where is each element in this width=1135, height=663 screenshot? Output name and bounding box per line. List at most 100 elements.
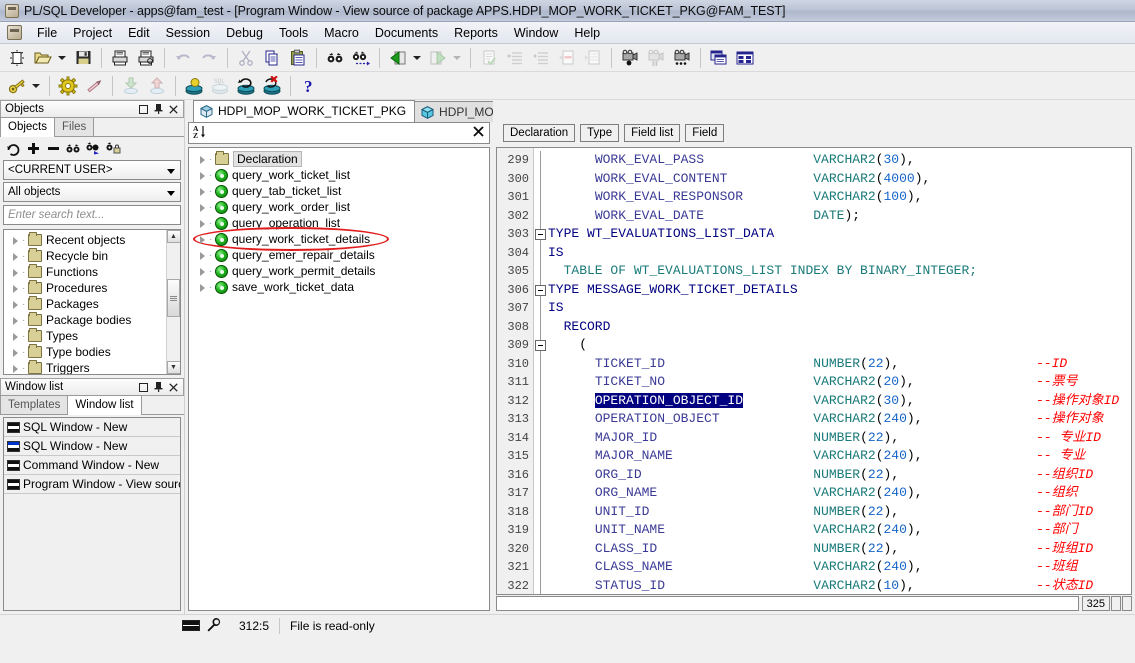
package-member-item[interactable]: · query_tab_ticket_list [189, 183, 489, 199]
expand-triangle-icon[interactable] [197, 186, 208, 197]
tree-item[interactable]: · Triggers [4, 360, 166, 374]
menu-tools[interactable]: Tools [271, 23, 316, 43]
expand-triangle-icon[interactable] [197, 250, 208, 261]
expand-triangle-icon[interactable] [10, 251, 21, 262]
package-member-item[interactable]: · Declaration [189, 151, 489, 167]
code-line[interactable]: TABLE OF WT_EVALUATIONS_LIST INDEX BY BI… [548, 262, 1131, 281]
print-preview-icon[interactable] [134, 46, 158, 70]
fold-marker-cell[interactable] [534, 225, 548, 244]
objects-tree[interactable]: · Recent objects · Recycle bin · Functions · Pr… [3, 229, 181, 375]
package-member-item[interactable]: · query_work_permit_details [189, 263, 489, 279]
commit-icon[interactable] [182, 74, 206, 98]
code-line[interactable]: STATUS_ID VARCHAR2(10), --状态ID [548, 577, 1131, 595]
tree-item[interactable]: · Recent objects [4, 232, 166, 248]
system-menu-icon[interactable] [7, 25, 22, 40]
doc-tab-active[interactable]: HDPI_MOP_WORK_TICKET_PKG [193, 100, 416, 122]
cascade-windows-icon[interactable] [707, 46, 731, 70]
fold-marker-cell[interactable] [534, 336, 548, 355]
paste-icon[interactable] [286, 46, 310, 70]
package-member-item[interactable]: · query_work_ticket_list [189, 167, 489, 183]
remove-icon[interactable] [44, 139, 62, 157]
code-line[interactable]: UNIT_NAME VARCHAR2(240), --部门 [548, 521, 1131, 540]
menu-window[interactable]: Window [506, 23, 566, 43]
menu-macro[interactable]: Macro [316, 23, 367, 43]
menu-debug[interactable]: Debug [218, 23, 271, 43]
expand-triangle-icon[interactable] [197, 266, 208, 277]
play-macro-icon[interactable] [670, 46, 694, 70]
code-line[interactable]: CLASS_ID NUMBER(22), --班组ID [548, 540, 1131, 559]
package-member-item[interactable]: · query_operation_list [189, 215, 489, 231]
open-folder-icon[interactable] [31, 46, 55, 70]
tab-objects[interactable]: Objects [0, 117, 55, 137]
menu-edit[interactable]: Edit [120, 23, 158, 43]
fold-marker-cell[interactable] [534, 280, 548, 299]
code-line[interactable]: TICKET_NO VARCHAR2(20), --票号 [548, 373, 1131, 392]
code-line[interactable]: TYPE MESSAGE_WORK_TICKET_DETAILS [548, 281, 1131, 300]
code-line[interactable]: MAJOR_NAME VARCHAR2(240), -- 专业 [548, 447, 1131, 466]
code-line[interactable]: TICKET_ID NUMBER(22), --ID [548, 355, 1131, 374]
code-line[interactable]: MAJOR_ID NUMBER(22), -- 专业ID [548, 429, 1131, 448]
tab-templates[interactable]: Templates [0, 395, 69, 414]
expand-triangle-icon[interactable] [10, 347, 21, 358]
code-line[interactable]: WORK_EVAL_DATE DATE); [548, 207, 1131, 226]
scroll-up-button[interactable]: ▲ [166, 230, 180, 243]
expand-triangle-icon[interactable] [10, 315, 21, 326]
print-icon[interactable] [108, 46, 132, 70]
expand-triangle-icon[interactable] [197, 218, 208, 229]
tab-files[interactable]: Files [54, 117, 95, 136]
collapse-fold-icon[interactable] [535, 284, 546, 296]
menu-documents[interactable]: Documents [367, 23, 446, 43]
package-member-item[interactable]: · query_work_ticket_details [189, 231, 489, 247]
expand-triangle-icon[interactable] [10, 267, 21, 278]
package-member-tree[interactable]: · Declaration · query_work_ticket_list · quer… [188, 147, 490, 611]
expand-triangle-icon[interactable] [10, 299, 21, 310]
menu-project[interactable]: Project [65, 23, 120, 43]
declaration-button[interactable]: Declaration [503, 124, 576, 142]
execute-dropdown-arrow[interactable] [411, 46, 423, 70]
objects-tree-scrollbar[interactable]: ▲ ▼ [166, 230, 180, 374]
tree-item[interactable]: · Packages [4, 296, 166, 312]
new-icon[interactable] [5, 46, 29, 70]
expand-triangle-icon[interactable] [10, 235, 21, 246]
expand-triangle-icon[interactable] [197, 154, 208, 165]
expand-triangle-icon[interactable] [197, 282, 208, 293]
pin-icon[interactable] [153, 382, 164, 393]
menu-session[interactable]: Session [158, 23, 218, 43]
package-member-item[interactable]: · query_emer_repair_details [189, 247, 489, 263]
window-list-item[interactable]: Command Window - New [4, 456, 180, 475]
execute-icon[interactable] [386, 46, 410, 70]
copy-icon[interactable] [260, 46, 284, 70]
maximize-icon[interactable] [138, 104, 149, 115]
add-icon[interactable] [24, 139, 42, 157]
window-list-item[interactable]: SQL Window - New [4, 437, 180, 456]
code-line[interactable]: WORK_EVAL_RESPONSOR VARCHAR2(100), [548, 188, 1131, 207]
tree-item[interactable]: · Recycle bin [4, 248, 166, 264]
code-line[interactable]: OPERATION_OBJECT_ID VARCHAR2(30), --操作对象I… [548, 392, 1131, 411]
tile-windows-icon[interactable] [733, 46, 757, 70]
code-line[interactable]: OPERATION_OBJECT VARCHAR2(240), --操作对象 [548, 410, 1131, 429]
menu-reports[interactable]: Reports [446, 23, 506, 43]
menu-file[interactable]: File [29, 23, 65, 43]
expand-triangle-icon[interactable] [197, 170, 208, 181]
sort-az-icon[interactable]: AZ [193, 124, 207, 142]
find-next-icon[interactable] [349, 46, 373, 70]
pin-icon[interactable] [153, 104, 164, 115]
horizontal-scrollbar[interactable] [496, 596, 1079, 611]
code-line[interactable]: RECORD [548, 318, 1131, 337]
package-member-item[interactable]: · query_work_order_list [189, 199, 489, 215]
code-line[interactable]: UNIT_ID NUMBER(22), --部门ID [548, 503, 1131, 522]
explorer-close-icon[interactable] [473, 126, 484, 140]
key-icon[interactable] [5, 74, 29, 98]
window-list-item[interactable]: SQL Window - New [4, 418, 180, 437]
maximize-icon[interactable] [138, 382, 149, 393]
save-icon[interactable] [71, 46, 95, 70]
filter-icon[interactable] [84, 139, 102, 157]
code-line[interactable]: WORK_EVAL_PASS VARCHAR2(30), [548, 151, 1131, 170]
object-filter-dropdown[interactable]: All objects [3, 182, 181, 202]
package-member-item[interactable]: · save_work_ticket_data [189, 279, 489, 295]
disconnect-icon[interactable] [260, 74, 284, 98]
expand-triangle-icon[interactable] [10, 331, 21, 342]
collapse-fold-icon[interactable] [535, 229, 546, 240]
expand-triangle-icon[interactable] [197, 234, 208, 245]
expand-triangle-icon[interactable] [10, 283, 21, 294]
